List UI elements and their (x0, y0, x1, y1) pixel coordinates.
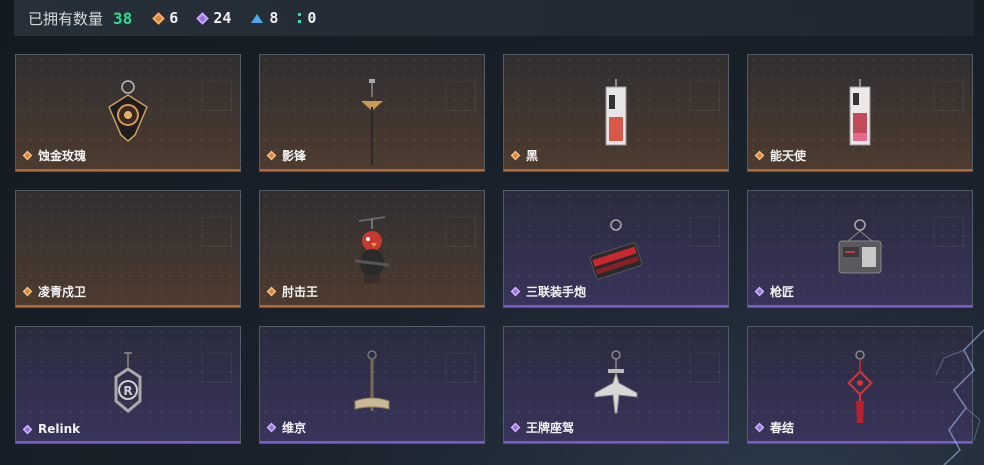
purple-rarity-icon (754, 286, 765, 297)
blue-count-stat: 8 (251, 9, 278, 27)
item-name: 能天使 (770, 149, 807, 163)
gold-count: 6 (169, 9, 179, 27)
owned-count: 38 (113, 8, 133, 28)
item-card[interactable]: 枪匠 (747, 190, 973, 308)
viking-axe-icon (354, 350, 390, 411)
item-card[interactable]: 凌青戍卫 (15, 190, 241, 308)
blade-pendant-icon (361, 79, 383, 165)
purple-count-stat: 24 (196, 9, 232, 27)
item-name: 春结 (770, 421, 795, 435)
item-name: Relink (38, 422, 81, 436)
gold-rarity-icon (22, 150, 33, 161)
item-name: 肘击王 (282, 285, 319, 299)
purple-rarity-icon (196, 11, 210, 25)
relink-emblem-icon: R (114, 352, 142, 413)
teal-rarity-icon (298, 13, 302, 23)
purple-rarity-icon (266, 422, 277, 433)
item-name: 凌青戍卫 (38, 285, 87, 299)
cannon-pendant-icon (589, 219, 643, 280)
jet-pendant-icon (594, 350, 638, 414)
item-card[interactable]: 肘击王 (259, 190, 485, 308)
item-name: 三联装手炮 (526, 285, 587, 299)
item-card[interactable]: 蚀金玫瑰 (15, 54, 241, 172)
item-card[interactable]: 能天使 (747, 54, 973, 172)
item-card[interactable]: 影锋 (259, 54, 485, 172)
item-card[interactable]: 王牌座驾 (503, 326, 729, 444)
item-name: 蚀金玫瑰 (38, 149, 87, 163)
gun-case-pendant-icon (838, 219, 882, 274)
gold-rarity-icon (266, 286, 277, 297)
owned-label: 已拥有数量 (28, 9, 104, 28)
teal-count: 0 (307, 9, 317, 27)
purple-rarity-icon (22, 424, 33, 434)
gold-rarity-icon (510, 150, 521, 161)
item-card[interactable]: 维京 (259, 326, 485, 444)
purple-count: 24 (213, 9, 232, 27)
gold-rarity-icon (152, 11, 166, 25)
item-name: 枪匠 (770, 285, 795, 299)
chinese-knot-icon (847, 350, 873, 423)
blue-count: 8 (269, 9, 279, 27)
purple-rarity-icon (510, 422, 521, 433)
rose-pendant-icon (108, 80, 148, 142)
svg-text:R: R (123, 384, 132, 398)
item-card[interactable]: 三联装手炮 (503, 190, 729, 308)
teal-count-stat: 0 (298, 9, 316, 27)
item-card[interactable]: 春结 (747, 326, 973, 444)
item-card[interactable]: R Relink (15, 326, 241, 444)
item-name: 黑 (526, 149, 539, 163)
card-pendant-icon (605, 79, 627, 146)
gold-rarity-icon (22, 286, 33, 297)
blue-rarity-icon (251, 13, 264, 23)
card-pendant-icon (849, 79, 871, 146)
gold-rarity-icon (754, 150, 765, 161)
item-name: 王牌座驾 (526, 421, 575, 435)
purple-rarity-icon (510, 286, 521, 297)
gold-rarity-icon (266, 150, 277, 161)
collection-header: 已拥有数量 38 6 24 8 0 (14, 0, 974, 36)
item-name: 维京 (282, 421, 307, 435)
purple-rarity-icon (754, 422, 765, 433)
chicken-figure-icon (354, 216, 390, 283)
item-card[interactable]: 黑 (503, 54, 729, 172)
item-name: 影锋 (282, 149, 307, 163)
gold-count-stat: 6 (152, 9, 179, 27)
